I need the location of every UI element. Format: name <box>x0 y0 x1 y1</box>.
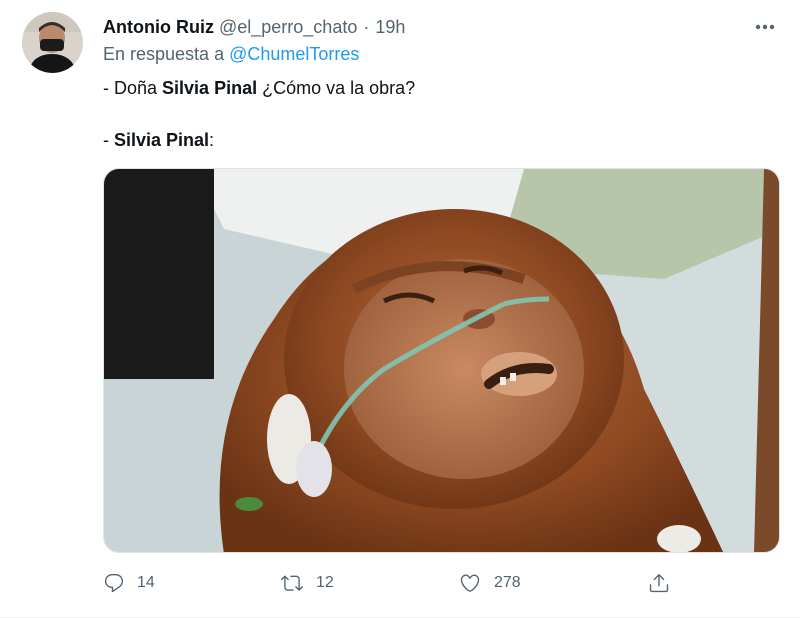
line1-suffix: ¿Cómo va la obra? <box>257 78 416 98</box>
reply-bubble-icon <box>104 574 124 593</box>
orangutan-photo <box>104 169 779 552</box>
reply-count: 14 <box>137 574 155 591</box>
like-button[interactable]: 278 <box>458 568 521 598</box>
tweet-text-line-2: - Silvia Pinal: <box>103 127 415 153</box>
tweet-media-image[interactable] <box>103 168 780 553</box>
reply-button[interactable]: 14 <box>103 568 155 598</box>
retweet-button[interactable]: 12 <box>280 568 334 598</box>
tweet-text-line-1: - Doña Silvia Pinal ¿Cómo va la obra? <box>103 75 415 101</box>
reply-prefix: En respuesta a <box>103 44 225 64</box>
tweet: Antonio Ruiz @el_perro_chato · 19h En re… <box>0 0 800 618</box>
like-count: 278 <box>494 574 521 591</box>
retweet-icon <box>281 575 303 591</box>
line1-bold-name: Silvia Pinal <box>162 78 258 98</box>
share-button[interactable] <box>648 568 670 598</box>
tweet-text: - Doña Silvia Pinal ¿Cómo va la obra? - … <box>103 75 415 153</box>
author-handle[interactable]: @el_perro_chato <box>219 17 357 38</box>
share-icon <box>649 574 669 593</box>
line1-prefix: - Doña <box>103 78 163 98</box>
timestamp[interactable]: 19h <box>375 17 405 38</box>
line2-suffix: : <box>209 130 215 150</box>
retweet-count: 12 <box>316 574 334 591</box>
line2-prefix: - <box>103 130 114 150</box>
line2-bold-name: Silvia Pinal <box>114 130 210 150</box>
heart-icon <box>460 574 480 592</box>
reply-context: En respuesta a @ChumelTorres <box>103 44 359 65</box>
tweet-header: Antonio Ruiz @el_perro_chato · 19h <box>103 14 780 40</box>
more-horizontal-icon <box>755 24 775 30</box>
more-button[interactable] <box>752 14 778 40</box>
author-name[interactable]: Antonio Ruiz <box>103 17 214 38</box>
avatar-image <box>22 12 83 73</box>
separator-dot: · <box>363 16 370 37</box>
reply-mention-link[interactable]: @ChumelTorres <box>229 44 359 64</box>
avatar[interactable] <box>22 12 83 73</box>
tweet-actions: 14 12 278 <box>103 568 683 598</box>
